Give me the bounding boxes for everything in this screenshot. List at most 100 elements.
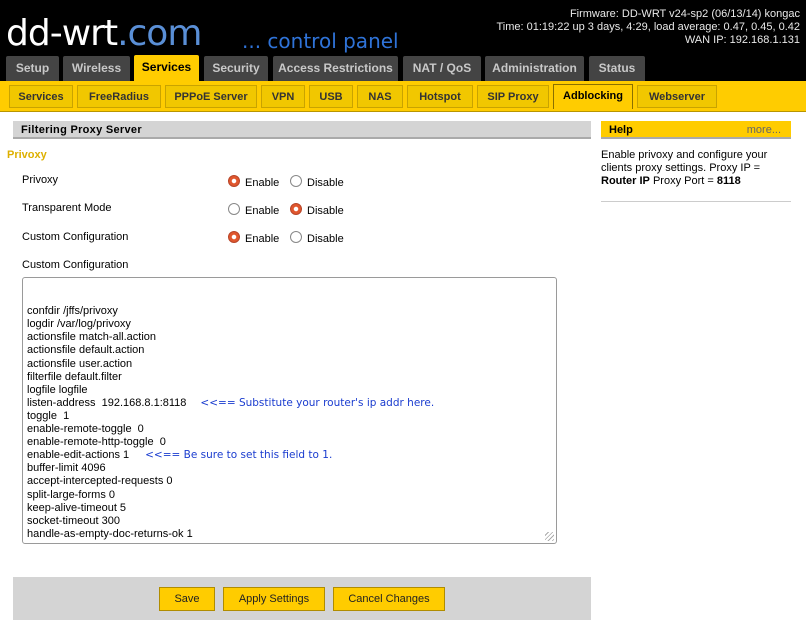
subtab-usb[interactable]: USB xyxy=(309,85,353,108)
tab-access-restrictions[interactable]: Access Restrictions xyxy=(273,56,398,81)
config-line-text: confdir /jffs/privoxy xyxy=(27,305,118,318)
tab-security[interactable]: Security xyxy=(204,56,268,81)
subtab-sip-proxy[interactable]: SIP Proxy xyxy=(477,85,549,108)
save-button[interactable]: Save xyxy=(159,587,215,611)
config-line-text: enable-edit-actions 1 xyxy=(27,449,130,462)
subtab-webserver[interactable]: Webserver xyxy=(637,85,717,108)
config-line: enable-edit-actions 1 <<== Be sure to set… xyxy=(27,449,552,462)
wan-ip: WAN IP: 192.168.1.131 xyxy=(684,34,800,46)
help-port: 8118 xyxy=(716,175,741,187)
help-title: Help xyxy=(609,124,633,136)
config-line-text: accept-intercepted-requests 0 xyxy=(27,475,173,488)
transparent-disable-label: Disable xyxy=(307,205,344,217)
config-line-text: logdir /var/log/privoxy xyxy=(27,318,131,331)
config-line: listen-address 192.168.8.1:8118 <<== Subs… xyxy=(27,397,552,410)
subtab-adblocking[interactable]: Adblocking xyxy=(553,84,633,109)
config-line-text: socket-timeout 300 xyxy=(27,514,120,527)
config-line: enable-remote-toggle 0 xyxy=(27,423,552,436)
config-line: buffer-limit 4096 xyxy=(27,462,552,475)
logo-text: dd-wrt xyxy=(6,13,118,54)
tab-nat-qos[interactable]: NAT / QoS xyxy=(403,56,481,81)
help-text: Enable privoxy and configure your client… xyxy=(601,149,791,188)
resize-grip-icon[interactable] xyxy=(545,532,554,541)
privoxy-disable-label: Disable xyxy=(307,177,344,189)
config-line-note: <<== Substitute your router's ip addr he… xyxy=(200,396,435,409)
subtab-nas[interactable]: NAS xyxy=(357,85,403,108)
control-panel-tagline: ... control panel xyxy=(242,29,399,53)
firmware-info: Firmware: DD-WRT v24-sp2 (06/13/14) kong… xyxy=(496,8,800,47)
config-line: socket-timeout 300 xyxy=(27,515,552,528)
config-line: keep-alive-timeout 5 xyxy=(27,502,552,515)
custom-enable-radio[interactable] xyxy=(228,231,240,243)
transparent-mode-label: Transparent Mode xyxy=(22,202,112,214)
config-line-text: toggle 1 xyxy=(27,409,70,422)
subtab-vpn[interactable]: VPN xyxy=(261,85,305,108)
config-line: toggle 1 xyxy=(27,410,552,423)
uptime-info: Time: 01:19:22 up 3 days, 4:29, load ave… xyxy=(496,21,800,33)
privoxy-disable-radio[interactable] xyxy=(290,175,302,187)
subtab-hotspot[interactable]: Hotspot xyxy=(407,85,473,108)
config-line-text: filterfile default.filter xyxy=(27,370,122,383)
button-bar: Save Apply Settings Cancel Changes xyxy=(13,577,591,620)
main-content: Filtering Proxy Server Privoxy Privoxy E… xyxy=(0,112,806,635)
config-line: split-large-forms 0 xyxy=(27,489,552,502)
apply-settings-button[interactable]: Apply Settings xyxy=(223,587,325,611)
config-line: enable-remote-http-toggle 0 xyxy=(27,436,552,449)
config-line-note: <<== Be sure to set this field to 1. xyxy=(145,449,333,462)
help-divider xyxy=(601,201,791,202)
help-more-link[interactable]: more... xyxy=(747,121,781,139)
tab-administration[interactable]: Administration xyxy=(485,56,584,81)
cancel-changes-button[interactable]: Cancel Changes xyxy=(333,587,445,611)
tab-wireless[interactable]: Wireless xyxy=(63,56,130,81)
config-line-text: enable-remote-http-toggle 0 xyxy=(27,436,166,449)
config-line-text: split-large-forms 0 xyxy=(27,488,116,501)
tab-services[interactable]: Services xyxy=(134,55,199,84)
config-line: logfile logfile xyxy=(27,384,552,397)
config-line-text: buffer-limit 4096 xyxy=(27,462,106,475)
config-line: accept-intercepted-requests 0 xyxy=(27,475,552,488)
custom-config-toggle-label: Custom Configuration xyxy=(22,231,129,243)
config-line-text: listen-address 192.168.8.1:8118 xyxy=(27,396,187,409)
main-nav-tabs: Setup Wireless Services Security Access … xyxy=(0,55,806,84)
config-line: logdir /var/log/privoxy xyxy=(27,318,552,331)
config-line-text: actionsfile default.action xyxy=(27,344,145,357)
section-title: Filtering Proxy Server xyxy=(13,121,591,139)
subtab-services[interactable]: Services xyxy=(9,85,73,108)
subtab-freeradius[interactable]: FreeRadius xyxy=(77,85,161,108)
config-line: actionsfile match-all.action xyxy=(27,331,552,344)
config-line: actionsfile default.action xyxy=(27,344,552,357)
ddwrt-logo[interactable]: dd-wrt.com xyxy=(6,13,202,54)
firmware-version: Firmware: DD-WRT v24-sp2 (06/13/14) kong… xyxy=(569,8,800,20)
custom-config-textarea[interactable]: confdir /jffs/privoxy logdir /var/log/pri… xyxy=(22,277,557,544)
custom-config-textarea-label: Custom Configuration xyxy=(22,259,129,271)
config-line-text: enable-remote-toggle 0 xyxy=(27,423,144,436)
subtab-pppoe-server[interactable]: PPPoE Server xyxy=(165,85,257,108)
logo-suffix: .com xyxy=(117,13,202,54)
config-line-text: actionsfile match-all.action xyxy=(27,331,157,344)
custom-enable-label: Enable xyxy=(245,233,280,245)
privoxy-enable-label: Enable xyxy=(245,177,280,189)
help-router-ip: Router IP xyxy=(601,175,650,187)
custom-disable-label: Disable xyxy=(307,233,344,245)
config-line-text: actionsfile user.action xyxy=(27,357,133,370)
sub-nav-bar: Services FreeRadius PPPoE Server VPN USB… xyxy=(0,81,806,112)
help-text-port-label: Proxy Port = xyxy=(649,175,717,187)
config-line: filterfile default.filter xyxy=(27,371,552,384)
config-line: handle-as-empty-doc-returns-ok 1 xyxy=(27,528,552,541)
fieldset-legend: Privoxy xyxy=(7,149,50,161)
transparent-enable-label: Enable xyxy=(245,205,280,217)
config-line-text: logfile logfile xyxy=(27,383,88,396)
config-line-text: keep-alive-timeout 5 xyxy=(27,501,127,514)
privoxy-enable-radio[interactable] xyxy=(228,175,240,187)
transparent-enable-radio[interactable] xyxy=(228,203,240,215)
tab-setup[interactable]: Setup xyxy=(6,56,59,81)
config-line: actionsfile user.action xyxy=(27,358,552,371)
transparent-disable-radio[interactable] xyxy=(290,203,302,215)
privoxy-label: Privoxy xyxy=(22,174,59,186)
tab-status[interactable]: Status xyxy=(589,56,645,81)
custom-disable-radio[interactable] xyxy=(290,231,302,243)
config-line-text: handle-as-empty-doc-returns-ok 1 xyxy=(27,527,193,540)
help-header: Help more... xyxy=(601,121,791,139)
config-line: confdir /jffs/privoxy xyxy=(27,305,552,318)
help-text-intro: Enable privoxy and configure your client… xyxy=(601,149,768,174)
